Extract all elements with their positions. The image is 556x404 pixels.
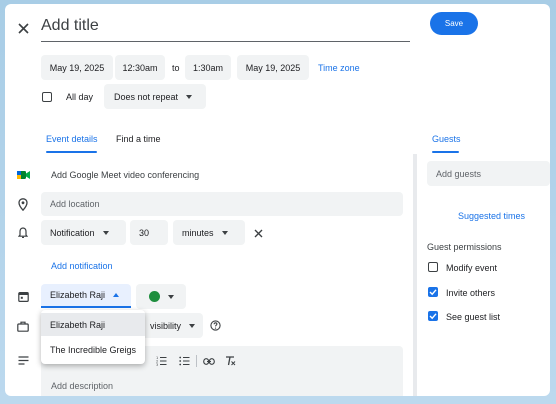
remove-notification-icon[interactable] xyxy=(251,226,265,240)
start-time-text: 12:30am xyxy=(122,62,158,73)
toolbar-separator xyxy=(196,355,197,367)
tab-guests-indicator xyxy=(432,151,459,153)
title-placeholder: Add title xyxy=(41,17,99,34)
add-notification-link[interactable]: Add notification xyxy=(51,261,113,271)
tab-guests[interactable]: Guests xyxy=(432,134,461,144)
chevron-down-icon xyxy=(189,323,195,328)
google-meet-icon xyxy=(15,167,31,183)
start-date-chip[interactable]: May 19, 2025 xyxy=(41,55,113,80)
location-pin-icon xyxy=(15,196,31,212)
all-day-checkbox[interactable] xyxy=(42,92,52,102)
start-date-text: May 19, 2025 xyxy=(49,62,105,73)
see-guest-list-checkbox[interactable] xyxy=(428,311,438,321)
repeat-dropdown[interactable]: Does not repeat xyxy=(104,84,206,109)
chevron-down-icon xyxy=(167,294,174,299)
description-icon xyxy=(15,352,31,368)
notification-unit-value: minutes xyxy=(182,227,214,238)
tab-event-details[interactable]: Event details xyxy=(46,134,98,144)
briefcase-icon xyxy=(15,318,31,334)
calendar-dropdown-menu: Elizabeth Raji The Incredible Greigs xyxy=(41,310,145,364)
event-color-swatch xyxy=(148,291,160,302)
guest-permissions-heading: Guest permissions xyxy=(427,242,502,252)
end-time-text: 1:30am xyxy=(192,62,224,73)
description-placeholder: Add description xyxy=(51,381,114,391)
event-editor-window: Add title Save May 19, 2025 12:30am to 1… xyxy=(5,4,550,396)
calendar-dropdown[interactable]: Elizabeth Raji xyxy=(41,284,131,308)
event-color-dropdown[interactable] xyxy=(136,284,186,309)
invite-others-checkbox[interactable] xyxy=(428,287,438,297)
bulleted-list-icon[interactable] xyxy=(177,354,191,368)
save-label: Save xyxy=(444,19,464,28)
add-guests-input[interactable]: Add guests xyxy=(427,161,550,186)
all-day-label: All day xyxy=(66,92,94,102)
end-time-chip[interactable]: 1:30am xyxy=(185,55,231,80)
to-label: to xyxy=(172,63,180,73)
visibility-value: visibility xyxy=(149,320,181,331)
notification-amount-input[interactable]: 30 xyxy=(130,220,168,245)
check-icon xyxy=(429,313,437,320)
chevron-up-icon xyxy=(113,293,120,297)
start-time-chip[interactable]: 12:30am xyxy=(115,55,165,80)
notification-type-dropdown[interactable]: Notification xyxy=(41,220,126,245)
chevron-down-icon xyxy=(102,230,109,235)
calendar-icon xyxy=(15,288,31,304)
bell-icon xyxy=(15,225,31,241)
modify-event-label: Modify event xyxy=(446,263,498,273)
notification-amount-value: 30 xyxy=(139,227,150,238)
clear-formatting-icon[interactable] xyxy=(223,354,237,368)
chevron-down-icon xyxy=(186,94,193,99)
end-date-text: May 19, 2025 xyxy=(245,62,301,73)
google-meet-label[interactable]: Add Google Meet video conferencing xyxy=(51,170,199,180)
add-guests-placeholder: Add guests xyxy=(436,168,482,179)
link-icon[interactable] xyxy=(202,354,216,368)
chevron-down-icon xyxy=(221,230,228,235)
help-icon[interactable] xyxy=(208,318,223,333)
repeat-value: Does not repeat xyxy=(114,91,179,102)
suggested-times-link[interactable]: Suggested times xyxy=(458,211,525,221)
check-icon xyxy=(429,289,437,296)
numbered-list-icon[interactable]: 123 xyxy=(154,354,168,368)
title-input[interactable]: Add title xyxy=(41,14,410,42)
notification-unit-dropdown[interactable]: minutes xyxy=(173,220,245,245)
calendar-option[interactable]: The Incredible Greigs xyxy=(41,338,145,361)
save-button[interactable]: Save xyxy=(430,12,478,35)
notification-type-value: Notification xyxy=(50,227,95,238)
invite-others-label: Invite others xyxy=(446,288,496,298)
svg-text:3: 3 xyxy=(156,363,158,366)
close-icon[interactable] xyxy=(15,20,31,36)
calendar-option-label: The Incredible Greigs xyxy=(50,344,137,355)
calendar-option-label: Elizabeth Raji xyxy=(50,319,106,330)
calendar-selected-value: Elizabeth Raji xyxy=(50,290,106,300)
calendar-option[interactable]: Elizabeth Raji xyxy=(41,313,145,336)
location-placeholder: Add location xyxy=(50,199,100,209)
tab-event-details-indicator xyxy=(46,151,97,153)
tab-find-a-time[interactable]: Find a time xyxy=(116,134,161,144)
location-input[interactable]: Add location xyxy=(41,192,403,216)
modify-event-checkbox[interactable] xyxy=(428,262,438,272)
time-zone-link[interactable]: Time zone xyxy=(318,63,360,73)
panel-divider xyxy=(413,154,417,396)
end-date-chip[interactable]: May 19, 2025 xyxy=(237,55,309,80)
see-guest-list-label: See guest list xyxy=(446,312,501,322)
